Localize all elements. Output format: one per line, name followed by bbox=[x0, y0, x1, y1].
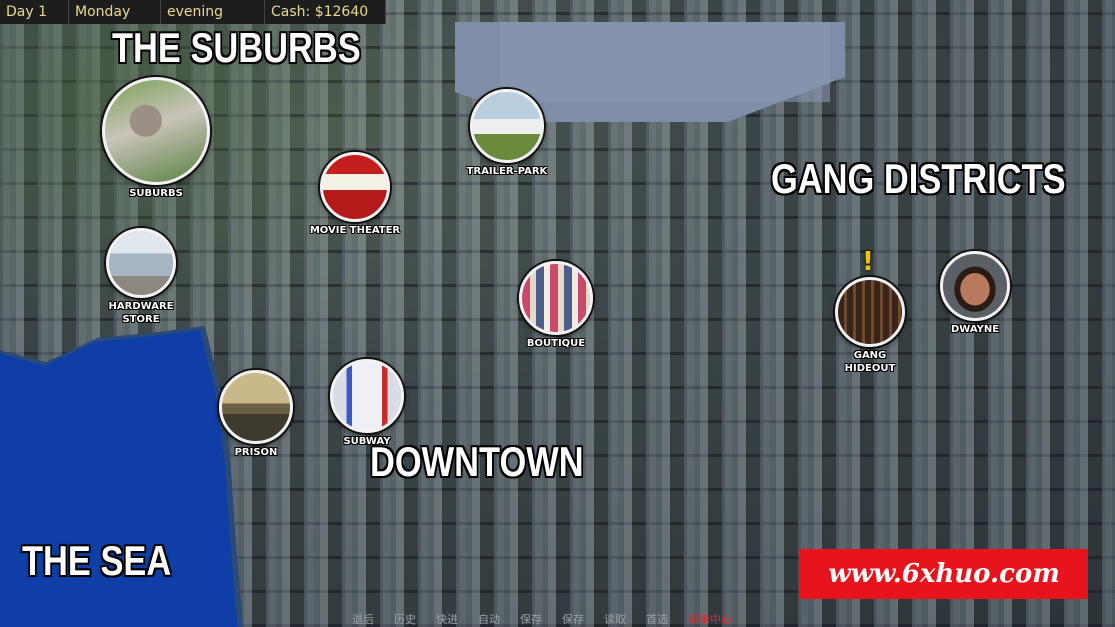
suburbs-thumbnail bbox=[102, 77, 210, 185]
location-label: MOVIE THEATER bbox=[309, 225, 401, 236]
watermark-banner: www.6xhuo.com bbox=[800, 549, 1088, 599]
location-suburbs[interactable]: SUBURBS bbox=[96, 77, 216, 200]
region-label-gang-districts: GANG DISTRICTS bbox=[771, 155, 1066, 202]
location-boutique[interactable]: BOUTIQUE bbox=[512, 261, 600, 350]
location-subway[interactable]: SUBWAY bbox=[325, 359, 409, 448]
location-dwayne[interactable]: DWAYNE bbox=[934, 251, 1016, 336]
hardware-store-thumbnail bbox=[106, 228, 176, 298]
location-label: SUBURBS bbox=[129, 188, 183, 199]
movie-theater-thumbnail bbox=[320, 152, 390, 222]
location-label: TRAILER-PARK bbox=[466, 166, 548, 177]
location-movie-theater[interactable]: MOVIE THEATER bbox=[308, 152, 402, 237]
location-label: BOUTIQUE bbox=[526, 338, 586, 349]
location-label: PRISON bbox=[234, 447, 278, 458]
region-label-suburbs: THE SUBURBS bbox=[112, 24, 361, 71]
trailer-park-thumbnail bbox=[470, 89, 544, 163]
cash-display: Cash: $12640 bbox=[265, 0, 386, 24]
watermark-text: www.6xhuo.com bbox=[828, 559, 1060, 589]
quick-menu-quick-save[interactable]: 保存 bbox=[562, 612, 584, 627]
quick-menu-auto[interactable]: 自动 bbox=[478, 612, 500, 627]
quick-menu-history[interactable]: 历史 bbox=[394, 612, 416, 627]
quick-menu-load[interactable]: 读取 bbox=[604, 612, 626, 627]
boutique-thumbnail bbox=[519, 261, 593, 335]
location-hardware-store[interactable]: HARDWARE STORE bbox=[98, 228, 184, 326]
quick-menu-preferences[interactable]: 首选 bbox=[646, 612, 668, 627]
location-label: SUBWAY bbox=[343, 436, 391, 447]
quick-menu-back[interactable]: 退后 bbox=[352, 612, 374, 627]
subway-thumbnail bbox=[330, 359, 404, 433]
location-label: DWAYNE bbox=[950, 324, 1000, 335]
quick-menu-menu-center[interactable]: 菜单中心 bbox=[688, 612, 732, 627]
location-label: HARDWARE STORE bbox=[108, 301, 174, 325]
region-label-sea: THE SEA bbox=[22, 537, 172, 584]
quick-menu-save[interactable]: 保存 bbox=[520, 612, 542, 627]
exclamation-alert-icon: ! bbox=[862, 247, 874, 277]
location-label: GANG HIDEOUT bbox=[844, 350, 896, 374]
hud-bar: Day 1 Monday evening Cash: $12640 bbox=[0, 0, 386, 24]
day-counter: Day 1 bbox=[0, 0, 69, 24]
gang-hideout-thumbnail bbox=[835, 277, 905, 347]
location-prison[interactable]: PRISON bbox=[214, 370, 298, 459]
dwayne-portrait bbox=[940, 251, 1010, 321]
location-trailer-park[interactable]: TRAILER-PARK bbox=[462, 89, 552, 178]
location-gang-hideout[interactable]: GANG HIDEOUT bbox=[830, 277, 910, 375]
quick-menu: 退后 历史 快进 自动 保存 保存 读取 首选 菜单中心 bbox=[352, 612, 732, 627]
weekday-display: Monday bbox=[69, 0, 161, 24]
time-of-day-display: evening bbox=[161, 0, 265, 24]
prison-thumbnail bbox=[219, 370, 293, 444]
quick-menu-skip[interactable]: 快进 bbox=[436, 612, 458, 627]
